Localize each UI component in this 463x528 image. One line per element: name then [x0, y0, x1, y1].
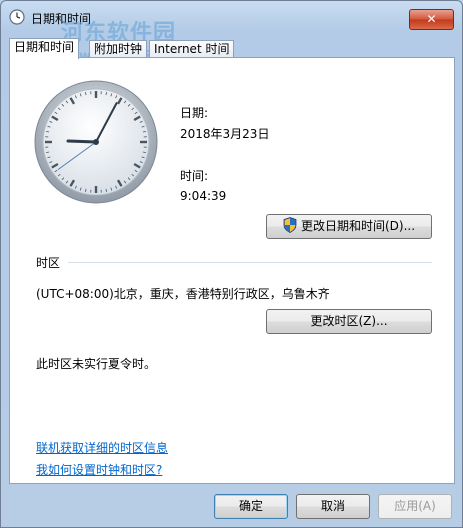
tab-panel: 日期: 2018年3月23日 时间: 9:04:39 更改日期和时间(D)...…	[9, 57, 455, 484]
close-button[interactable]: ✕	[409, 9, 454, 30]
how-to-set-clock-link[interactable]: 我如何设置时钟和时区?	[36, 461, 162, 478]
time-value: 9:04:39	[180, 189, 227, 203]
change-date-time-label: 更改日期和时间(D)...	[300, 219, 416, 233]
cancel-button[interactable]: 取消	[296, 494, 370, 519]
change-timezone-button[interactable]: 更改时区(Z)...	[266, 309, 432, 334]
date-time-dialog: 日期和时间 ✕ 河东软件园 www.pc0359.cn 日期和时间 附加时钟 I…	[0, 0, 463, 528]
window-title: 日期和时间	[31, 12, 92, 26]
timezone-section-label: 时区	[36, 256, 61, 270]
date-label: 日期:	[180, 106, 209, 120]
title-bar[interactable]: 日期和时间 ✕	[1, 1, 462, 37]
change-date-time-button[interactable]: 更改日期和时间(D)...	[266, 214, 432, 239]
uac-shield-icon	[283, 217, 297, 233]
dst-note: 此时区未实行夏令时。	[36, 357, 157, 371]
timezone-divider	[68, 262, 432, 263]
online-timezone-info-link[interactable]: 联机获取详细的时区信息	[36, 439, 168, 456]
analog-clock	[34, 80, 158, 204]
ok-button[interactable]: 确定	[214, 494, 288, 519]
time-label: 时间:	[180, 169, 209, 183]
tab-additional-clocks[interactable]: 附加时钟	[89, 40, 148, 58]
tab-date-time[interactable]: 日期和时间	[9, 38, 80, 59]
tab-internet-time[interactable]: Internet 时间	[149, 40, 235, 58]
apply-button[interactable]: 应用(A)	[378, 494, 452, 519]
timezone-value: (UTC+08:00)北京，重庆，香港特别行政区，乌鲁木齐	[36, 287, 330, 301]
clock-app-icon	[9, 9, 25, 25]
date-value: 2018年3月23日	[180, 127, 270, 141]
clock-hour-hand	[66, 139, 98, 144]
